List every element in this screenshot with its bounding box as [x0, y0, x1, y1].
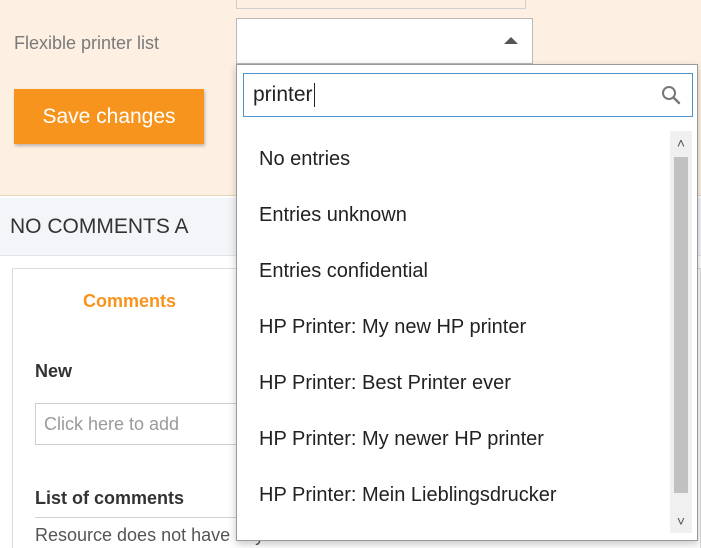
comment-list-label: List of comments	[35, 488, 185, 508]
option-entries-unknown[interactable]: Entries unknown	[237, 187, 667, 243]
dropdown-scrollbar[interactable]: ˄ ˅	[670, 131, 692, 533]
chevron-down-icon[interactable]: ˅	[670, 509, 692, 533]
option-my-new-hp-printer[interactable]: HP Printer: My new HP printer	[237, 299, 667, 355]
printer-dropdown: printer No entries Entries unknown Entri…	[236, 64, 698, 541]
new-comment-label: New	[35, 361, 73, 381]
option-entries-confidential[interactable]: Entries confidential	[237, 243, 667, 299]
option-my-newer-hp-printer[interactable]: HP Printer: My newer HP printer	[237, 411, 667, 467]
printer-list-label: Flexible printer list	[14, 33, 160, 53]
printer-list-select[interactable]	[236, 18, 533, 64]
scrollbar-thumb[interactable]	[674, 157, 688, 493]
previous-field-edge	[236, 0, 526, 9]
text-caret	[313, 83, 315, 107]
tab-comments[interactable]: Comments	[83, 291, 176, 312]
chevron-up-icon[interactable]: ˄	[670, 131, 692, 155]
save-button[interactable]: Save changes	[14, 89, 204, 144]
search-value: printer	[253, 83, 313, 106]
triangle-up-icon	[504, 37, 518, 44]
option-mein-lieblingsdrucker[interactable]: HP Printer: Mein Lieblingsdrucker	[237, 467, 667, 533]
search-icon	[662, 86, 681, 105]
option-no-entries[interactable]: No entries	[237, 131, 667, 187]
divider	[35, 517, 255, 518]
comments-header-title: NO COMMENTS A	[10, 215, 189, 238]
dropdown-search-input[interactable]: printer	[243, 73, 693, 117]
option-best-printer-ever[interactable]: HP Printer: Best Printer ever	[237, 355, 667, 411]
dropdown-options-list: No entries Entries unknown Entries confi…	[237, 131, 667, 533]
